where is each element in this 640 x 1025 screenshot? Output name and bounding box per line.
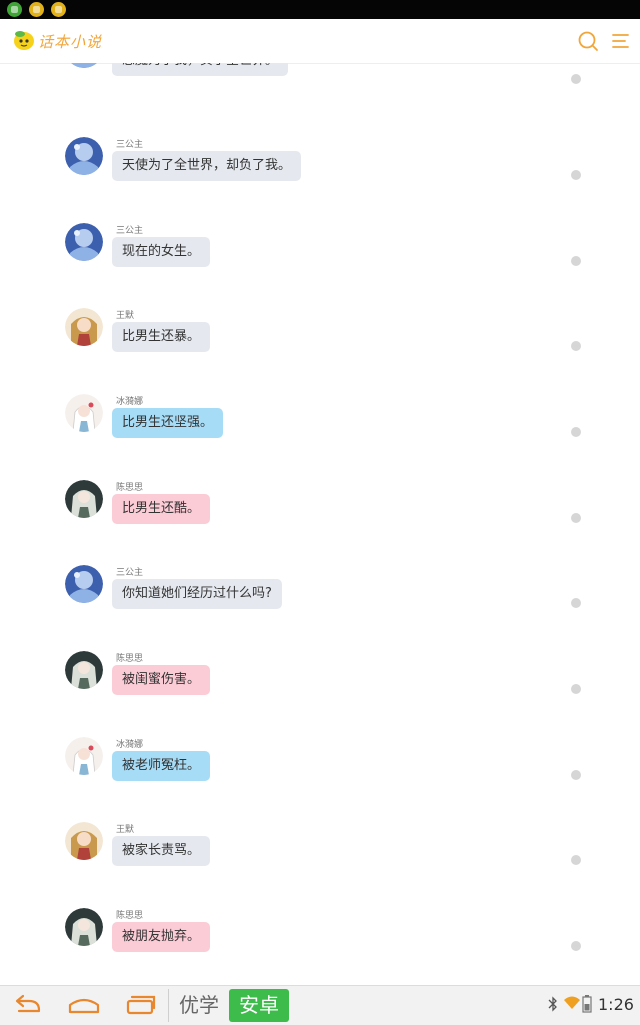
- app-notification-icon: [51, 2, 66, 17]
- chat-message: 陈思思 比男生还酷。: [0, 478, 640, 564]
- app-logo-text: 话本小说: [38, 33, 103, 51]
- message-bubble: 你知道她们经历过什么吗?: [112, 579, 282, 609]
- sender-name: 王默: [116, 311, 135, 321]
- system-nav-bar: 优学 安卓 1:26: [0, 985, 640, 1025]
- read-dot-icon: [571, 855, 581, 865]
- message-bubble: 被家长责骂。: [112, 836, 211, 866]
- message-bubble: 被老师冤枉。: [112, 751, 211, 781]
- avatar[interactable]: [65, 308, 103, 346]
- sender-name: 三公主: [116, 568, 144, 578]
- back-icon[interactable]: [11, 992, 45, 1018]
- anzhuo-app-button[interactable]: 安卓: [229, 989, 289, 1022]
- chat-message: 三公主 你知道她们经历过什么吗?: [0, 563, 640, 649]
- message-bubble: 比男生还酷。: [112, 494, 211, 524]
- read-dot-icon: [571, 256, 581, 266]
- avatar[interactable]: [65, 394, 103, 432]
- sender-name: 王默: [116, 825, 135, 835]
- message-bubble: 恶魔为了我，负了全世界。: [112, 63, 289, 76]
- clock-time: 1:26: [598, 995, 634, 1014]
- read-dot-icon: [571, 341, 581, 351]
- chat-message: 恶魔为了我，负了全世界。: [0, 63, 640, 112]
- message-bubble: 天使为了全世界，却负了我。: [112, 151, 302, 181]
- avatar[interactable]: [65, 822, 103, 860]
- read-dot-icon: [571, 74, 581, 84]
- message-bubble: 比男生还坚强。: [112, 408, 224, 438]
- avatar[interactable]: [65, 737, 103, 775]
- avatar[interactable]: [65, 908, 103, 946]
- youxue-app-button[interactable]: 优学: [170, 989, 228, 1022]
- battery-icon: [582, 995, 592, 1013]
- chat-message: 冰漪娜 被老师冤枉。: [0, 735, 640, 821]
- chat-message: 陈思思 被闺蜜伤害。: [0, 649, 640, 735]
- message-bubble: 比男生还暴。: [112, 322, 211, 352]
- read-dot-icon: [571, 770, 581, 780]
- sender-name: 冰漪娜: [116, 397, 144, 407]
- read-dot-icon: [571, 513, 581, 523]
- avatar[interactable]: [65, 565, 103, 603]
- logo-icon: [14, 31, 34, 50]
- sender-name: 陈思思: [116, 483, 144, 493]
- wifi-icon: [564, 996, 580, 1009]
- sender-name: 冰漪娜: [116, 740, 144, 750]
- menu-icon[interactable]: [610, 29, 634, 53]
- avatar[interactable]: [65, 480, 103, 518]
- message-bubble: 现在的女生。: [112, 237, 211, 267]
- nav-divider: [168, 989, 169, 1022]
- wechat-icon: [7, 2, 22, 17]
- sender-name: 陈思思: [116, 911, 144, 921]
- bluetooth-icon: [548, 996, 557, 1012]
- chat-message: 陈思思 被朋友抛弃。: [0, 906, 640, 985]
- avatar[interactable]: [65, 137, 103, 175]
- read-dot-icon: [571, 941, 581, 951]
- avatar[interactable]: [65, 63, 103, 68]
- search-icon[interactable]: [576, 29, 600, 53]
- chat-message: 三公主 天使为了全世界，却负了我。: [0, 135, 640, 221]
- chat-feed[interactable]: 恶魔为了我，负了全世界。 三公主 天使为了全世界，却负了我。 三公主 现在的女生…: [0, 63, 640, 985]
- avatar[interactable]: [65, 223, 103, 261]
- sender-name: 陈思思: [116, 654, 144, 664]
- sender-name: 三公主: [116, 140, 144, 150]
- read-dot-icon: [571, 684, 581, 694]
- read-dot-icon: [571, 598, 581, 608]
- message-bubble: 被闺蜜伤害。: [112, 665, 211, 695]
- status-bar: [0, 0, 640, 19]
- home-icon[interactable]: [67, 992, 101, 1018]
- read-dot-icon: [571, 170, 581, 180]
- recent-apps-icon[interactable]: [124, 992, 158, 1018]
- read-dot-icon: [571, 427, 581, 437]
- app-bar: 话本小说: [0, 19, 640, 64]
- avatar[interactable]: [65, 651, 103, 689]
- chat-message: 三公主 现在的女生。: [0, 221, 640, 307]
- sender-name: 三公主: [116, 226, 144, 236]
- chat-message: 王默 被家长责骂。: [0, 820, 640, 906]
- chat-message: 冰漪娜 比男生还坚强。: [0, 392, 640, 478]
- smiley-notification-icon: [29, 2, 44, 17]
- chat-message: 王默 比男生还暴。: [0, 306, 640, 392]
- message-bubble: 被朋友抛弃。: [112, 922, 211, 952]
